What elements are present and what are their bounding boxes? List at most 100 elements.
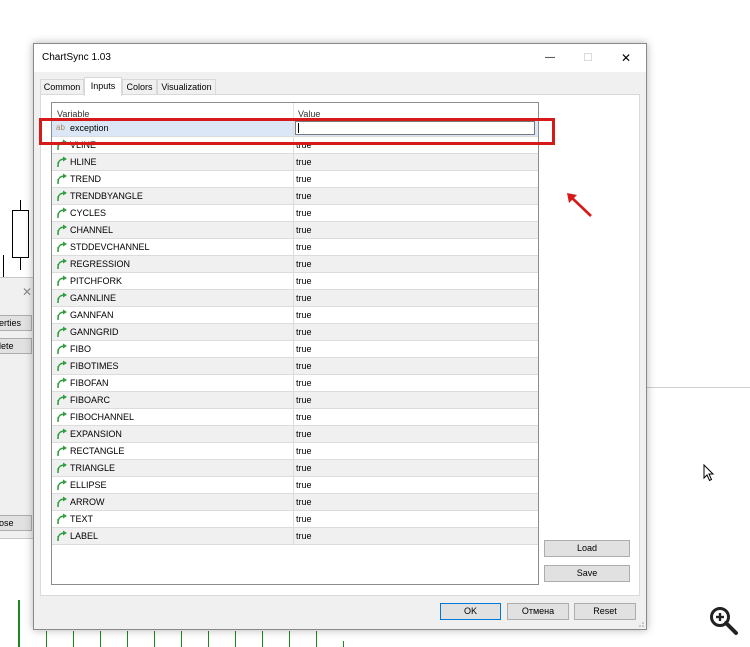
minimize-button[interactable]: — [530,44,570,72]
grid-row[interactable]: FIBOARC true [52,392,538,409]
cell-divider [293,494,294,510]
tab-common[interactable]: Common [40,79,84,95]
value-cell[interactable]: true [296,341,312,357]
value-cell[interactable]: true [296,460,312,476]
variable-cell: RECTANGLE [56,443,124,459]
variable-cell: GANNGRID [56,324,119,340]
grid-row[interactable]: ARROW true [52,494,538,511]
close-button[interactable]: ose [0,515,32,531]
grid-row[interactable]: TEXT true [52,511,538,528]
grid-row[interactable]: GANNLINE true [52,290,538,307]
cell-divider [293,205,294,221]
close-icon[interactable]: ✕ [22,285,32,299]
close-window-button[interactable]: ✕ [606,44,646,72]
value-cell[interactable]: true [296,154,312,170]
cell-divider [293,341,294,357]
grid-row[interactable]: PITCHFORK true [52,273,538,290]
value-cell[interactable]: true [296,307,312,323]
value-cell[interactable]: true [296,477,312,493]
value-cell[interactable]: true [296,375,312,391]
grid-row[interactable]: STDDEVCHANNEL true [52,239,538,256]
value-cell[interactable]: true [296,290,312,306]
grid-row[interactable]: TRIANGLE true [52,460,538,477]
grid-row[interactable]: ELLIPSE true [52,477,538,494]
highlight-box [39,118,555,145]
window-title: ChartSync 1.03 [42,52,111,63]
properties-button[interactable]: erties [0,315,32,331]
cancel-button[interactable]: Отмена [507,603,569,620]
grid-row[interactable]: GANNFAN true [52,307,538,324]
chart-volume-tick [235,631,236,647]
variable-cell: HLINE [56,154,97,170]
variable-name: CHANNEL [70,225,114,235]
tab-visualization[interactable]: Visualization [157,79,216,95]
cell-divider [293,256,294,272]
grid-row[interactable]: CYCLES true [52,205,538,222]
chart-volume-tick [343,641,344,647]
value-cell[interactable]: true [296,222,312,238]
value-cell[interactable]: true [296,392,312,408]
column-header-variable[interactable]: Variable [57,103,89,119]
value-cell[interactable]: true [296,443,312,459]
annotation-arrow-icon [567,193,592,217]
value-cell[interactable]: true [296,273,312,289]
grid-row[interactable]: CHANNEL true [52,222,538,239]
value-cell[interactable]: true [296,171,312,187]
tab-inputs[interactable]: Inputs [84,77,122,96]
delete-button[interactable]: lete [0,338,32,354]
value-cell[interactable]: true [296,239,312,255]
variable-name: PITCHFORK [70,276,123,286]
grid-row[interactable]: FIBOTIMES true [52,358,538,375]
value-cell[interactable]: true [296,324,312,340]
cell-divider [293,222,294,238]
grid-row[interactable]: FIBOCHANNEL true [52,409,538,426]
reset-button[interactable]: Reset [574,603,636,620]
chart-candle-body [12,210,29,258]
grid-row[interactable]: REGRESSION true [52,256,538,273]
value-cell[interactable]: true [296,511,312,527]
cell-divider [293,358,294,374]
cell-divider [293,154,294,170]
cell-divider [293,460,294,476]
cell-divider [293,239,294,255]
save-button[interactable]: Save [544,565,630,582]
value-cell[interactable]: true [296,188,312,204]
load-button[interactable]: Load [544,540,630,557]
ok-button[interactable]: OK [440,603,501,620]
variable-name: GANNGRID [70,327,119,337]
grid-row[interactable]: HLINE true [52,154,538,171]
variable-name: FIBOTIMES [70,361,119,371]
tab-colors[interactable]: Colors [122,79,157,95]
grid-row[interactable]: TREND true [52,171,538,188]
column-divider[interactable] [293,103,294,119]
variable-cell: FIBO [56,341,91,357]
cell-divider [293,511,294,527]
grid-row[interactable]: FIBOFAN true [52,375,538,392]
value-cell[interactable]: true [296,205,312,221]
variable-name: STDDEVCHANNEL [70,242,150,252]
maximize-button[interactable]: ☐ [568,44,608,72]
zoom-in-icon[interactable] [709,606,739,636]
title-bar[interactable]: ChartSync 1.03 — ☐ ✕ [34,44,646,72]
value-cell[interactable]: true [296,256,312,272]
variable-cell: STDDEVCHANNEL [56,239,150,255]
grid-row[interactable]: EXPANSION true [52,426,538,443]
value-cell[interactable]: true [296,426,312,442]
variable-cell: ARROW [56,494,105,510]
grid-row[interactable]: LABEL true [52,528,538,545]
value-cell[interactable]: true [296,494,312,510]
grid-row[interactable]: GANNGRID true [52,324,538,341]
variable-name: FIBOFAN [70,378,109,388]
value-cell[interactable]: true [296,358,312,374]
value-cell[interactable]: true [296,528,312,544]
chart-volume-tick [100,631,101,647]
chart-volume-tick [73,631,74,647]
value-cell[interactable]: true [296,409,312,425]
grid-row[interactable]: FIBO true [52,341,538,358]
variable-cell: PITCHFORK [56,273,122,289]
resize-grip-icon[interactable] [636,619,644,627]
grid-row[interactable]: TRENDBYANGLE true [52,188,538,205]
grid-row[interactable]: RECTANGLE true [52,443,538,460]
column-header-value[interactable]: Value [298,103,320,119]
variable-name: TEXT [70,514,94,524]
